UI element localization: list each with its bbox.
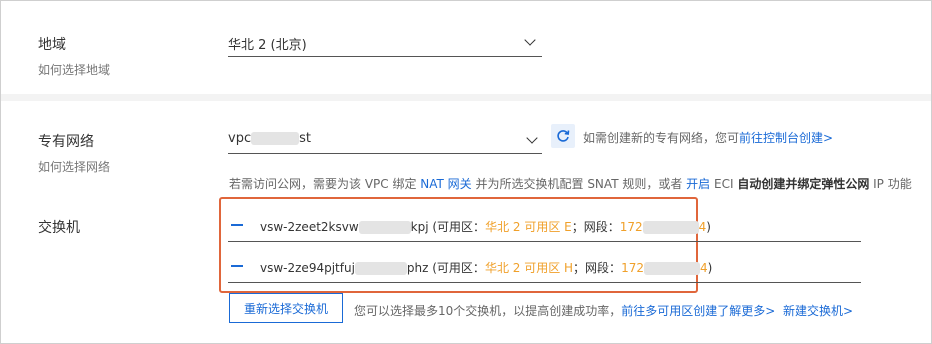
redacted-cidr — [643, 262, 700, 275]
chevron-down-icon — [524, 34, 536, 46]
remove-icon[interactable] — [231, 265, 243, 267]
nat-gateway-link[interactable]: NAT 网关 — [420, 177, 471, 191]
switch-row-text: vsw-2ze94pjtfuj phz (可用区：华北 2 可用区 H；网段：17… — [260, 261, 713, 275]
switch-row-text: vsw-2zeet2ksvw kpj (可用区：华北 2 可用区 E；网段：172… — [260, 220, 711, 234]
reselect-switch-button[interactable]: 重新选择交换机 — [229, 293, 343, 323]
new-switch-link[interactable]: 新建交换机> — [783, 304, 853, 318]
redacted-id — [358, 221, 411, 234]
switch-tip: 您可以选择最多10个交换机，以提高创建成功率，前往多可用区创建了解更多> 新建交… — [354, 304, 854, 318]
region-select[interactable]: 华北 2 (北京) — [228, 34, 542, 57]
redacted-region — [251, 132, 300, 145]
region-help-link[interactable]: 如何选择地域 — [38, 61, 110, 78]
multi-zone-link[interactable]: 前往多可用区创建了解更多> — [621, 304, 775, 318]
switch-row: vsw-2zeet2ksvw kpj (可用区：华北 2 可用区 E；网段：172… — [228, 215, 861, 242]
vpc-select-value: vpc st — [228, 131, 311, 146]
remove-icon[interactable] — [231, 224, 243, 226]
enable-link[interactable]: 开启 — [686, 177, 710, 191]
public-access-notice: 若需访问公网，需要为该 VPC 绑定 NAT 网关 并为所选交换机配置 SNAT… — [229, 177, 912, 191]
region-select-value: 华北 2 (北京) — [228, 38, 307, 53]
create-vpc-link[interactable]: 前往控制台创建> — [739, 131, 833, 145]
vpc-select[interactable]: vpc st — [228, 131, 542, 154]
section-divider — [1, 94, 931, 101]
region-label: 地域 — [38, 37, 66, 53]
vpc-create-hint: 如需创建新的专有网络，您可前往控制台创建> — [583, 131, 834, 145]
chevron-down-icon — [526, 132, 538, 144]
switch-label: 交换机 — [38, 220, 80, 236]
vpc-label: 专有网络 — [38, 134, 94, 150]
refresh-icon — [557, 130, 570, 142]
vpc-help-link[interactable]: 如何选择网络 — [38, 158, 110, 175]
redacted-cidr — [642, 221, 699, 234]
redacted-id — [354, 262, 407, 275]
refresh-button[interactable] — [551, 124, 575, 148]
switch-row: vsw-2ze94pjtfuj phz (可用区：华北 2 可用区 H；网段：17… — [228, 256, 861, 283]
